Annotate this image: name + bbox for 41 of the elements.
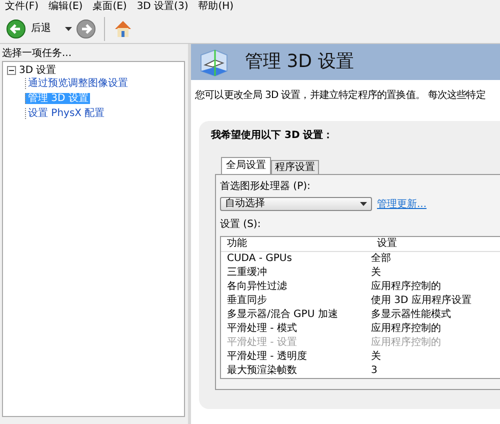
- value-cell[interactable]: 应用程序控制的: [371, 280, 500, 294]
- gpu-dropdown[interactable]: 自动选择: [220, 197, 372, 211]
- feature-cell[interactable]: 最大预渲染帧数: [221, 364, 371, 378]
- tab[interactable]: 全局设置: [221, 157, 271, 174]
- tab[interactable]: 程序设置: [271, 160, 319, 174]
- feature-cell[interactable]: CUDA - GPUs: [221, 252, 371, 266]
- value-cell[interactable]: 使用 3D 应用程序设置: [371, 294, 500, 308]
- feature-cell[interactable]: 三重缓冲: [221, 266, 371, 280]
- menu-item[interactable]: 帮助(H): [193, 0, 239, 14]
- manage-link[interactable]: 管理更新...: [377, 196, 427, 212]
- value-cell[interactable]: 3: [371, 364, 500, 378]
- field-label: 设置 (S):: [220, 218, 262, 232]
- field-label: 首选图形处理器 (P):: [220, 180, 312, 194]
- collapse-icon[interactable]: [7, 66, 16, 75]
- feature-cell[interactable]: 平滑处理 - 模式: [221, 322, 371, 336]
- tree-item[interactable]: 通过预览调整图像设置: [25, 78, 130, 89]
- feature-cell[interactable]: 垂直同步: [221, 294, 371, 308]
- menu-item[interactable]: 文件(F): [0, 0, 44, 14]
- value-cell[interactable]: 关: [371, 266, 500, 280]
- value-cell[interactable]: 应用程序控制的: [371, 322, 500, 336]
- tree-item[interactable]: 设置 PhysX 配置: [25, 108, 107, 119]
- feature-cell[interactable]: 多显示器/混合 GPU 加速: [221, 308, 371, 322]
- caret-icon[interactable]: [65, 26, 72, 30]
- value-cell[interactable]: 多显示器性能模式: [371, 308, 500, 322]
- column-header: 设置: [376, 236, 398, 250]
- column-header: 功能: [226, 236, 248, 250]
- page-title: 管理 3D 设置: [245, 51, 354, 73]
- back-button[interactable]: 后退: [31, 21, 51, 36]
- feature-cell[interactable]: 平滑处理 - 透明度: [221, 350, 371, 364]
- feature-cell[interactable]: 各向异性过滤: [221, 280, 371, 294]
- home-icon[interactable]: [113, 18, 133, 38]
- menu-item[interactable]: 3D 设置(3): [132, 0, 194, 14]
- caret-icon[interactable]: [360, 202, 367, 206]
- value-cell[interactable]: 全部: [371, 252, 500, 266]
- panel-title: 选择一项任务...: [2, 46, 73, 61]
- tree-item[interactable]: 3D 设置: [19, 65, 56, 76]
- menu-item[interactable]: 桌面(E): [88, 0, 132, 14]
- menu-item[interactable]: 编辑(E): [44, 0, 88, 14]
- group-title: 我希望使用以下 3D 设置：: [211, 128, 334, 143]
- description-text: 您可以更改全局 3D 设置，并建立特定程序的置换值。 每次这些特定: [194, 88, 486, 103]
- value-cell[interactable]: 关: [371, 350, 500, 364]
